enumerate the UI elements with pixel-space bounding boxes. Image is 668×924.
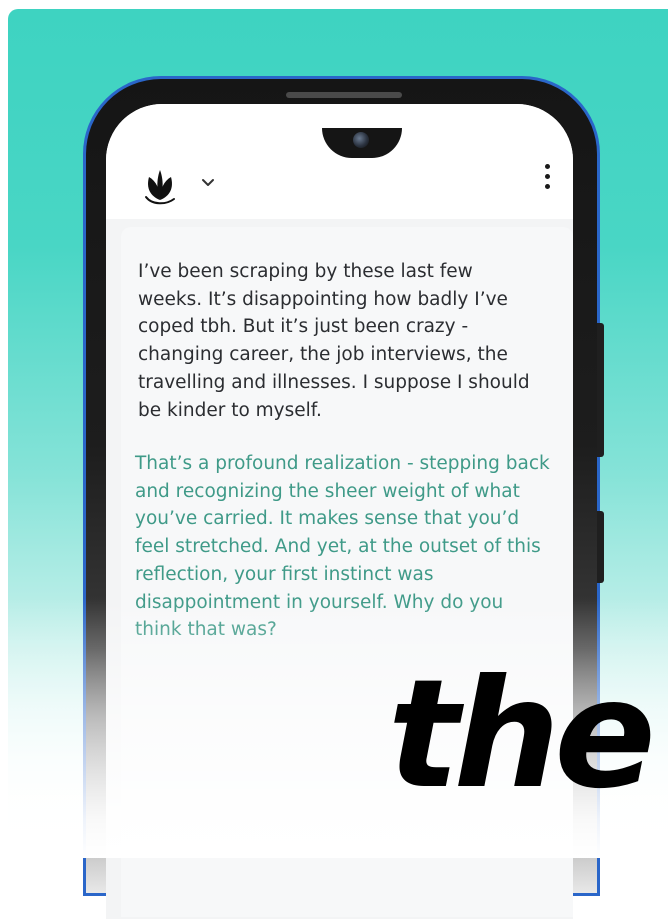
phone-volume-button [597,323,604,457]
chevron-down-icon[interactable] [201,178,215,188]
ai-message: That’s a profound realization - stepping… [135,450,555,644]
app-header [106,104,573,219]
front-camera [353,132,369,148]
user-message: I’ve been scraping by these last few wee… [138,258,538,424]
kebab-menu-icon[interactable] [543,164,551,194]
phone-power-button [597,511,604,583]
overlay-word: the [388,660,650,810]
phone-speaker [286,92,402,98]
leaf-logo-icon[interactable] [142,167,178,207]
